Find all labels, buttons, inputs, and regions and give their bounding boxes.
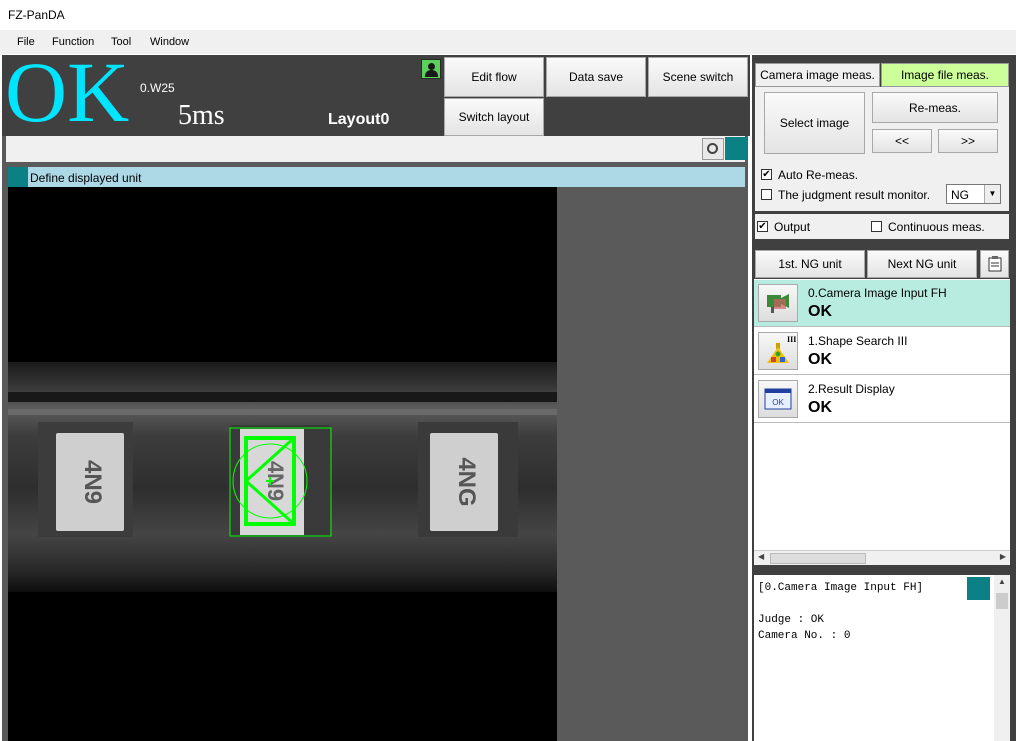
judgment-monitor-label: The judgment result monitor. (778, 188, 931, 202)
status-panel: OK 0.W25 5ms Layout0 (2, 49, 442, 136)
flow-item-name: 0.Camera Image Input FH (808, 286, 947, 300)
output-checkbox[interactable]: ✔ (757, 221, 768, 232)
edit-flow-button[interactable]: Edit flow (444, 57, 544, 97)
next-ng-unit-button[interactable]: Next NG unit (867, 250, 977, 278)
detail-camera-no: Camera No. : 0 (758, 630, 851, 642)
first-ng-unit-button[interactable]: 1st. NG unit (755, 250, 865, 278)
right-chip-marking: 4NG (453, 457, 480, 506)
detail-menu-icon[interactable] (967, 577, 990, 600)
title-bar: FZ-PanDA (0, 0, 1016, 30)
continuous-meas-checkbox[interactable] (871, 221, 882, 232)
scroll-left-icon[interactable]: ◀ (758, 552, 764, 561)
camera-input-icon (758, 284, 798, 322)
clipboard-icon[interactable] (980, 250, 1009, 278)
image-window-spare-area (557, 187, 745, 741)
scrollbar-thumb[interactable] (996, 593, 1008, 609)
layout-name: Layout0 (328, 111, 390, 128)
flow-item-result: OK (808, 399, 832, 416)
output-label: Output (774, 220, 811, 234)
judgment-monitor-checkbox[interactable] (761, 189, 772, 200)
displayed-unit-label: Define displayed unit (30, 171, 142, 185)
judgment-select[interactable]: NG ▼ (946, 184, 1001, 204)
flow-item-name: 1.Shape Search III (808, 334, 908, 348)
flow-item-shape-search[interactable]: III 1.Shape Search III OK (754, 328, 1010, 375)
zoom-icon[interactable] (702, 138, 724, 160)
switch-layout-button[interactable]: Switch layout (444, 98, 544, 136)
judgment-select-value: NG (951, 188, 969, 202)
auto-remeas-label: Auto Re-meas. (778, 168, 859, 182)
result-display-icon: OK (758, 380, 798, 418)
re-meas-button[interactable]: Re-meas. (872, 92, 998, 123)
processing-time: 5ms (178, 100, 225, 131)
image-window-menu-icon[interactable] (725, 137, 748, 160)
tab-camera-image-meas[interactable]: Camera image meas. (755, 63, 880, 87)
flow-item-name: 2.Result Display (808, 382, 895, 396)
continuous-meas-label: Continuous meas. (888, 220, 985, 234)
auto-remeas-checkbox[interactable]: ✔ (761, 169, 772, 180)
scrollbar-thumb[interactable] (770, 553, 866, 564)
user-icon[interactable] (421, 59, 441, 79)
flow-item-result-display[interactable]: OK 2.Result Display OK (754, 376, 1010, 423)
window-title: FZ-PanDA (8, 8, 65, 22)
image-window-toolbar (6, 136, 745, 162)
svg-text:OK: OK (772, 398, 784, 407)
data-save-button[interactable]: Data save (546, 57, 646, 97)
flow-item-camera-input[interactable]: 0.Camera Image Input FH OK (754, 280, 1010, 327)
shape-search-icon: III (758, 332, 798, 370)
camera-image[interactable]: 4N9 4N9 4NG (8, 187, 557, 741)
detail-judge: Judge : OK (758, 614, 825, 626)
scene-switch-button[interactable]: Scene switch (648, 57, 748, 97)
previous-image-button[interactable]: << (872, 129, 932, 153)
scene-label: 0.W25 (140, 81, 175, 95)
svg-text:III: III (787, 335, 796, 344)
next-image-button[interactable]: >> (938, 129, 998, 153)
flow-item-result: OK (808, 303, 832, 320)
flow-horizontal-scrollbar[interactable]: ◀ ▶ (754, 550, 1010, 565)
scroll-up-icon[interactable]: ▲ (998, 577, 1006, 586)
detail-vertical-scrollbar[interactable]: ▲ (994, 575, 1010, 741)
detail-heading: [0.Camera Image Input FH] (758, 582, 924, 594)
camera-image-svg: 4N9 4N9 4NG (8, 362, 557, 592)
unit-color-icon (8, 167, 28, 187)
menu-bar: File Function Tool Window (0, 30, 1016, 54)
tab-image-file-meas[interactable]: Image file meas. (881, 63, 1009, 87)
chevron-down-icon: ▼ (984, 185, 1000, 203)
menu-window[interactable]: Window (150, 36, 189, 48)
left-chip-marking: 4N9 (79, 460, 106, 504)
flow-item-result: OK (808, 351, 832, 368)
scroll-right-icon[interactable]: ▶ (1000, 552, 1006, 561)
displayed-unit-header[interactable]: Define displayed unit (8, 167, 745, 187)
overall-judgement: OK (5, 44, 130, 140)
select-image-button[interactable]: Select image (764, 92, 865, 154)
